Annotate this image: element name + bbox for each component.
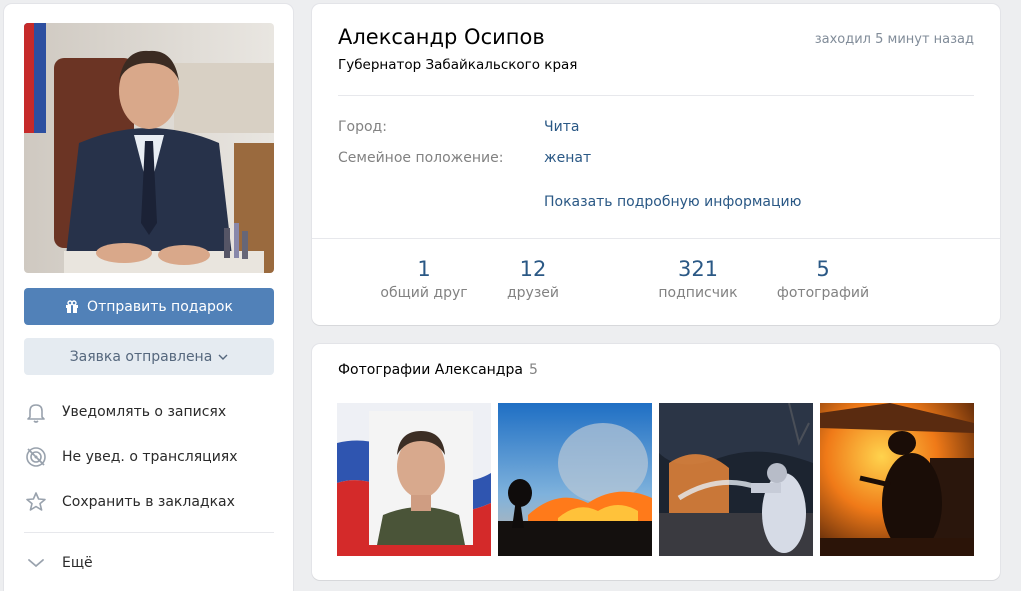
info-label-city: Город:	[338, 119, 387, 135]
counter-value: 12	[519, 257, 547, 281]
counter-mutual-friends[interactable]: 1 общий друг	[364, 257, 484, 301]
avatar-photo	[24, 23, 274, 273]
online-status: заходил 5 минут назад	[814, 32, 974, 47]
menu-item-label: Сохранить в закладках	[62, 494, 235, 510]
counter-photos[interactable]: 5 фотографий	[763, 257, 883, 301]
show-details-link[interactable]: Показать подробную информацию	[544, 194, 801, 210]
gift-icon	[66, 299, 79, 313]
photo-thumbnail[interactable]	[659, 403, 813, 556]
divider	[338, 95, 974, 96]
photo-thumbnail[interactable]	[337, 403, 491, 556]
counter-caption: друзей	[506, 285, 559, 301]
photo-firefighter-blaze	[820, 403, 974, 556]
profile-name: Александр Осипов	[338, 25, 545, 49]
photos-count: 5	[528, 362, 538, 378]
counter-value: 5	[816, 257, 830, 281]
menu-divider	[24, 532, 274, 533]
photo-thumbnail[interactable]	[498, 403, 652, 556]
photo-fire-field	[498, 403, 652, 556]
profile-info: Александр Осипов Губернатор Забайкальско…	[312, 4, 1000, 325]
divider	[312, 238, 1000, 239]
info-value-city[interactable]: Чита	[544, 119, 579, 135]
star-icon	[26, 492, 46, 511]
chevron-down-icon	[218, 354, 228, 360]
menu-item-label: Ещё	[62, 555, 93, 571]
friend-request-label: Заявка отправлена	[69, 348, 213, 365]
counter-caption: фотографий	[776, 285, 870, 301]
counter-caption: подписчик	[658, 285, 738, 301]
counter-value: 321	[677, 257, 719, 281]
chevron-down-icon	[28, 559, 44, 568]
menu-item-more[interactable]: Ещё	[24, 543, 274, 583]
menu-item-label: Уведомлять о записях	[62, 404, 227, 420]
send-gift-label: Отправить подарок	[87, 298, 233, 315]
counter-value: 1	[417, 257, 431, 281]
bell-icon	[27, 404, 45, 423]
profile-status: Губернатор Забайкальского края	[338, 57, 578, 73]
send-gift-button[interactable]: Отправить подарок	[24, 288, 274, 325]
photo-portrait-flag	[337, 403, 491, 556]
profile-sidebar: Отправить подарок Заявка отправлена Увед…	[4, 4, 293, 591]
info-label-relationship: Семейное положение:	[338, 150, 504, 166]
photos-title: Фотографии Александра	[338, 362, 523, 378]
photo-firefighter-hose	[659, 403, 813, 556]
menu-item-bookmark[interactable]: Сохранить в закладках	[24, 482, 274, 522]
menu-item-label: Не увед. о трансляциях	[62, 449, 238, 465]
menu-item-broadcast-notify[interactable]: Не увед. о трансляциях	[24, 437, 274, 477]
info-value-relationship: женат	[544, 150, 592, 166]
broadcast-off-icon	[26, 447, 46, 467]
photos-block: Фотографии Александра 5	[312, 344, 1000, 580]
menu-item-notify-posts[interactable]: Уведомлять о записях	[24, 392, 274, 432]
counter-caption: общий друг	[380, 285, 468, 301]
photo-thumbnail[interactable]	[820, 403, 974, 556]
avatar[interactable]	[24, 23, 274, 273]
friend-request-button[interactable]: Заявка отправлена	[24, 338, 274, 375]
photos-header[interactable]: Фотографии Александра 5	[338, 362, 538, 378]
counter-followers[interactable]: 321 подписчик	[638, 257, 758, 301]
counter-friends[interactable]: 12 друзей	[483, 257, 583, 301]
